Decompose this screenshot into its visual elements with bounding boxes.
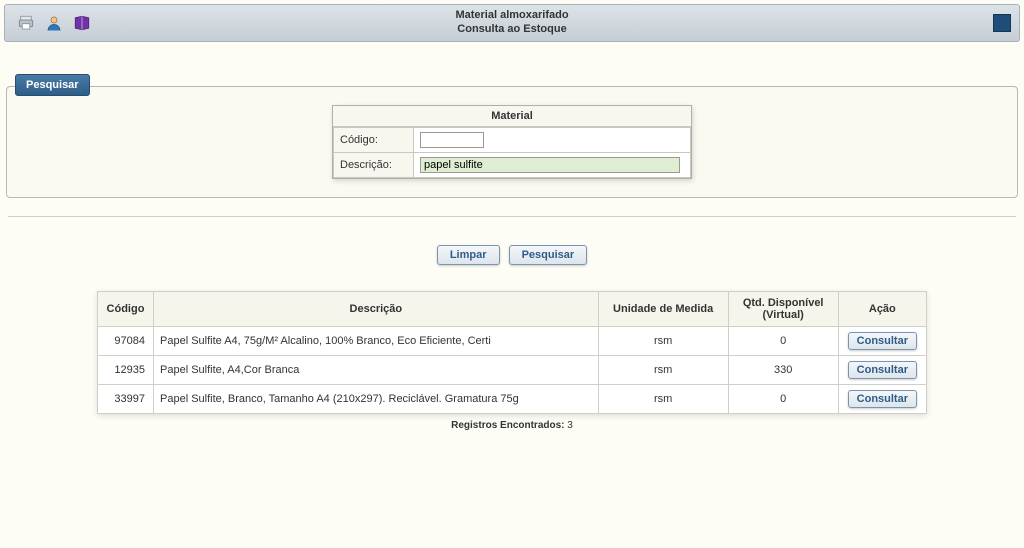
cell-unidade: rsm — [598, 385, 728, 414]
consultar-button[interactable]: Consultar — [848, 390, 917, 408]
book-icon[interactable] — [73, 14, 91, 32]
descricao-label: Descrição: — [334, 153, 414, 178]
header-icon-group — [5, 14, 91, 32]
cell-acao: Consultar — [838, 327, 926, 356]
cell-codigo: 33997 — [98, 385, 154, 414]
material-box-header: Material — [333, 106, 691, 127]
cell-descricao: Papel Sulfite A4, 75g/M² Alcalino, 100% … — [154, 327, 599, 356]
cell-qtd: 330 — [728, 356, 838, 385]
cell-codigo: 97084 — [98, 327, 154, 356]
table-row: 33997Papel Sulfite, Branco, Tamanho A4 (… — [98, 385, 927, 414]
app-header: Material almoxarifado Consulta ao Estoqu… — [4, 4, 1020, 42]
printer-icon[interactable] — [17, 14, 35, 32]
table-row: 12935Papel Sulfite, A4,Cor Brancarsm330 C… — [98, 356, 927, 385]
cell-qtd: 0 — [728, 327, 838, 356]
records-found: Registros Encontrados: 3 — [6, 420, 1018, 431]
col-descricao: Descrição — [154, 292, 599, 327]
cell-qtd: 0 — [728, 385, 838, 414]
col-acao: Ação — [838, 292, 926, 327]
codigo-input[interactable] — [420, 132, 484, 148]
material-search-box: Material Código: Descrição: — [332, 105, 692, 179]
descricao-input[interactable] — [420, 157, 680, 173]
consultar-button[interactable]: Consultar — [848, 332, 917, 350]
page-subtitle: Consulta ao Estoque — [455, 23, 568, 37]
col-unidade: Unidade de Medida — [598, 292, 728, 327]
cell-unidade: rsm — [598, 356, 728, 385]
cell-descricao: Papel Sulfite, Branco, Tamanho A4 (210x2… — [154, 385, 599, 414]
records-found-label: Registros Encontrados: — [451, 420, 564, 431]
header-square-indicator — [993, 14, 1011, 32]
search-panel: Pesquisar Material Código: Descrição: — [6, 86, 1018, 198]
cell-unidade: rsm — [598, 327, 728, 356]
records-found-count: 3 — [567, 420, 573, 431]
panel-tab-pesquisar: Pesquisar — [15, 74, 90, 96]
user-icon[interactable] — [45, 14, 63, 32]
cell-acao: Consultar — [838, 385, 926, 414]
cell-codigo: 12935 — [98, 356, 154, 385]
col-qtd: Qtd. Disponível (Virtual) — [728, 292, 838, 327]
separator — [8, 216, 1016, 217]
page-title: Material almoxarifado — [455, 9, 568, 23]
pesquisar-button[interactable]: Pesquisar — [509, 245, 588, 265]
table-row: 97084Papel Sulfite A4, 75g/M² Alcalino, … — [98, 327, 927, 356]
cell-acao: Consultar — [838, 356, 926, 385]
codigo-label: Código: — [334, 128, 414, 153]
consultar-button[interactable]: Consultar — [848, 361, 917, 379]
cell-descricao: Papel Sulfite, A4,Cor Branca — [154, 356, 599, 385]
col-codigo: Código — [98, 292, 154, 327]
results-table: Código Descrição Unidade de Medida Qtd. … — [97, 291, 927, 414]
limpar-button[interactable]: Limpar — [437, 245, 500, 265]
